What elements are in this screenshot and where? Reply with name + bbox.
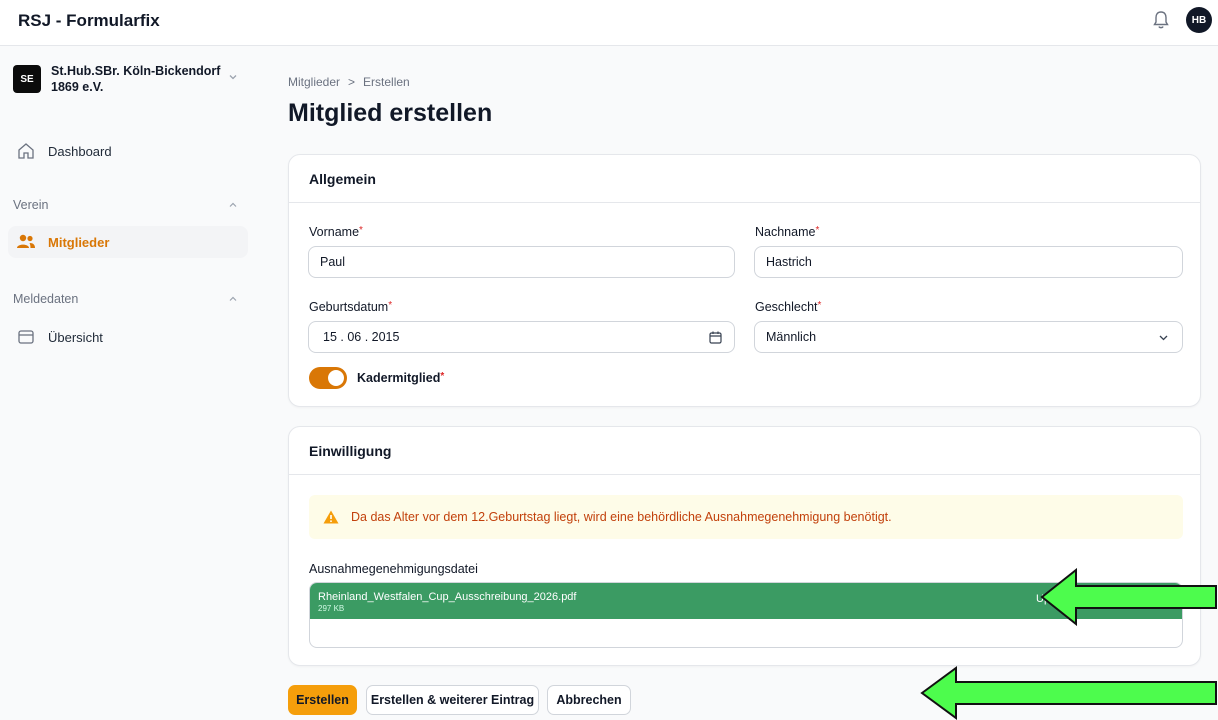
breadcrumb-parent[interactable]: Mitglieder — [288, 75, 340, 89]
chevron-down-icon — [229, 75, 237, 80]
sidebar: SE St.Hub.SBr. Köln-Bickendorf 1869 e.V.… — [0, 47, 256, 720]
calendar-icon[interactable] — [709, 331, 722, 344]
gender-select[interactable]: Männlich — [754, 321, 1183, 353]
last-name-value: Hastrich — [766, 255, 812, 269]
gender-label: Geschlecht* — [755, 300, 822, 314]
top-bar: RSJ - Formularfix HB — [0, 0, 1218, 46]
first-name-field[interactable]: Paul — [308, 246, 735, 278]
annotation-arrow-icon — [1040, 568, 1217, 626]
tenant-badge: SE — [13, 65, 41, 93]
general-section: Allgemein Vorname* Paul Nachname* Hastri… — [288, 154, 1201, 407]
section-title: Allgemein — [289, 155, 1200, 203]
consent-section: Einwilligung Da das Alter vor dem 12.Geb… — [288, 426, 1201, 666]
warning-text: Da das Alter vor dem 12.Geburtstag liegt… — [351, 510, 892, 524]
first-name-label: Vorname* — [309, 225, 363, 239]
nav-group-label: Verein — [13, 198, 49, 212]
sidebar-item-label: Mitglieder — [48, 234, 110, 250]
app-title: RSJ - Formularfix — [18, 11, 160, 30]
breadcrumb: Mitglieder > Erstellen — [288, 75, 410, 89]
avatar[interactable]: HB — [1186, 7, 1212, 33]
bell-icon[interactable] — [1152, 10, 1170, 30]
warning-icon — [323, 510, 339, 524]
chevron-up-icon — [229, 202, 237, 207]
nav-group-verein[interactable]: Verein — [13, 198, 238, 212]
sidebar-item-label: Übersicht — [48, 329, 103, 345]
sidebar-item-label: Dashboard — [48, 143, 112, 159]
sidebar-item-uebersicht[interactable]: Übersicht — [8, 321, 248, 353]
home-icon — [16, 141, 36, 161]
birthdate-label: Geburtsdatum* — [309, 300, 393, 314]
create-another-button[interactable]: Erstellen & weiterer Eintrag — [366, 685, 539, 715]
squad-member-toggle[interactable] — [309, 367, 347, 389]
page-title: Mitglied erstellen — [288, 99, 493, 127]
annotation-arrow-icon — [920, 666, 1217, 720]
section-title: Einwilligung — [289, 427, 1200, 475]
users-icon — [16, 232, 36, 252]
gender-value: Männlich — [766, 330, 817, 344]
create-button[interactable]: Erstellen — [288, 685, 357, 715]
first-name-value: Paul — [320, 255, 346, 269]
age-warning: Da das Alter vor dem 12.Geburtstag liegt… — [309, 495, 1183, 539]
file-label: Ausnahmegenehmigungsdatei — [309, 562, 478, 576]
archive-icon — [16, 327, 36, 347]
file-size: 297 KB — [318, 604, 345, 613]
nav-group-label: Meldedaten — [13, 292, 79, 306]
birthdate-field[interactable]: 15 . 06 . 2015 — [308, 321, 735, 353]
chevron-up-icon — [229, 296, 237, 301]
last-name-field[interactable]: Hastrich — [754, 246, 1183, 278]
breadcrumb-current: Erstellen — [363, 75, 410, 89]
file-name: Rheinland_Westfalen_Cup_Ausschreibung_20… — [318, 591, 577, 603]
cancel-button[interactable]: Abbrechen — [547, 685, 631, 715]
last-name-label: Nachname* — [755, 225, 820, 239]
chevron-down-icon — [1159, 335, 1168, 341]
sidebar-item-mitglieder[interactable]: Mitglieder — [8, 226, 248, 258]
birthdate-value: 15 . 06 . 2015 — [323, 330, 400, 344]
sidebar-item-dashboard[interactable]: Dashboard — [8, 135, 248, 167]
toggle-knob — [328, 370, 344, 386]
squad-member-label: Kadermitglied* — [357, 371, 445, 385]
breadcrumb-separator: > — [348, 75, 356, 89]
tenant-name: St.Hub.SBr. Köln-Bickendorf 1869 e.V. — [51, 64, 221, 94]
tenant-switcher[interactable]: SE St.Hub.SBr. Köln-Bickendorf 1869 e.V. — [13, 63, 245, 107]
nav-group-meldedaten[interactable]: Meldedaten — [13, 292, 238, 306]
